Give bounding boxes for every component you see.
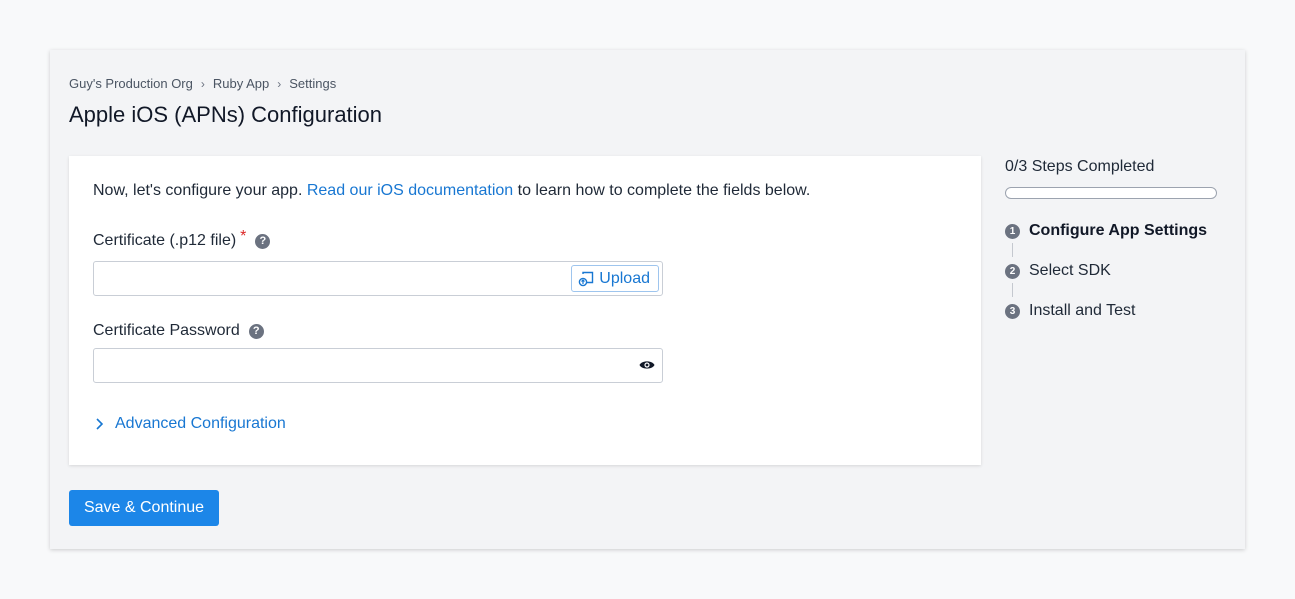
certificate-label: Certificate (.p12 file) * ? [93, 228, 271, 250]
step-connector [1012, 243, 1013, 257]
certificate-help-icon[interactable]: ? [255, 233, 271, 249]
step-select-sdk: 2 Select SDK [1005, 262, 1111, 280]
intro-suffix: to learn how to complete the fields belo… [517, 182, 811, 199]
step-label: Configure App Settings [1029, 222, 1208, 239]
chevron-right-icon [96, 418, 104, 430]
step-configure-app-settings: 1 Configure App Settings [1005, 222, 1207, 240]
step-label: Select SDK [1029, 262, 1111, 279]
password-label-text: Certificate Password [93, 322, 240, 339]
step-label: Install and Test [1029, 302, 1136, 319]
step-number-badge: 2 [1005, 263, 1020, 279]
intro-prefix: Now, let's configure your app. [93, 182, 303, 199]
step-connector [1012, 283, 1013, 297]
settings-panel: Guy's Production Org › Ruby App › Settin… [50, 50, 1245, 549]
upload-icon [578, 271, 594, 286]
step-number-badge: 3 [1005, 303, 1020, 319]
breadcrumb-settings[interactable]: Settings [289, 76, 336, 91]
required-marker: * [240, 228, 247, 245]
save-continue-button[interactable]: Save & Continue [69, 490, 219, 526]
steps-progress-bar [1005, 187, 1217, 199]
breadcrumb-app[interactable]: Ruby App [213, 76, 269, 91]
step-number-badge: 1 [1005, 223, 1020, 239]
upload-button[interactable]: Upload [571, 265, 659, 292]
breadcrumb: Guy's Production Org › Ruby App › Settin… [69, 76, 336, 91]
step-install-and-test: 3 Install and Test [1005, 302, 1135, 320]
upload-button-label: Upload [599, 269, 650, 287]
intro-text: Now, let's configure your app. Read our … [93, 182, 810, 200]
page-title: Apple iOS (APNs) Configuration [69, 102, 383, 127]
breadcrumb-separator: › [200, 76, 205, 91]
advanced-configuration-label: Advanced Configuration [115, 415, 286, 432]
show-password-eye-icon[interactable] [639, 359, 655, 371]
password-label: Certificate Password ? [93, 322, 264, 340]
certificate-password-field[interactable] [93, 348, 663, 383]
advanced-configuration-toggle[interactable]: Advanced Configuration [95, 415, 286, 433]
steps-completed-text: 0/3 Steps Completed [1005, 158, 1155, 175]
certificate-file-field[interactable]: Upload [93, 261, 663, 296]
breadcrumb-separator: › [277, 76, 282, 91]
password-help-icon[interactable]: ? [248, 323, 264, 339]
ios-documentation-link[interactable]: Read our iOS documentation [307, 182, 513, 199]
configuration-card: Now, let's configure your app. Read our … [69, 156, 981, 465]
certificate-label-text: Certificate (.p12 file) [93, 232, 237, 249]
breadcrumb-org[interactable]: Guy's Production Org [69, 76, 193, 91]
